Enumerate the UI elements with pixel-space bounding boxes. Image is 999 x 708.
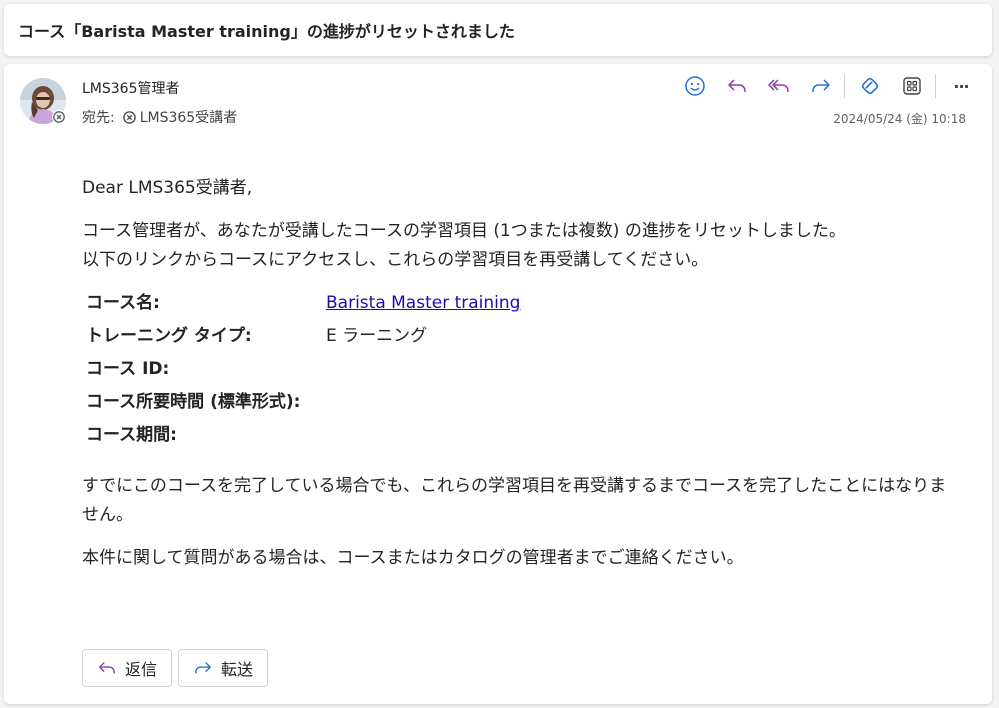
avatar[interactable] (20, 78, 66, 124)
detail-value (326, 386, 520, 419)
reply-label: 返信 (125, 660, 158, 679)
detail-row: コース ID: (86, 353, 520, 386)
subject-title: コース「Barista Master training」の進捗がリセットされまし… (18, 22, 515, 41)
to-label: 宛先: (82, 110, 115, 126)
more-actions-button[interactable]: ··· (944, 71, 978, 101)
recipients-line: 宛先: LMS365受講者 (82, 107, 237, 127)
course-details-table: コース名: Barista Master training トレーニング タイプ… (86, 287, 520, 452)
recipient-name[interactable]: LMS365受講者 (140, 107, 238, 127)
detail-value (326, 353, 520, 386)
emoji-button[interactable] (678, 71, 712, 101)
detail-row: トレーニング タイプ: E ラーニング (86, 320, 520, 353)
reply-icon (728, 79, 746, 93)
footer-reply-button[interactable]: 返信 (82, 649, 173, 687)
reply-all-button[interactable] (762, 71, 796, 101)
message-toolbar: ··· (670, 70, 978, 102)
course-name-link[interactable]: Barista Master training (326, 293, 520, 313)
forward-button[interactable] (804, 71, 838, 101)
sender-name[interactable]: LMS365管理者 (82, 78, 180, 98)
forward-icon (195, 662, 211, 674)
subject-bar: コース「Barista Master training」の進捗がリセットされまし… (4, 4, 992, 56)
forward-icon (812, 79, 830, 93)
detail-value: E ラーニング (326, 326, 428, 346)
detail-row: コース所要時間 (標準形式): (86, 386, 520, 419)
reply-all-icon (768, 79, 789, 93)
detail-label: コース期間: (86, 425, 177, 445)
detail-row: コース名: Barista Master training (86, 287, 520, 320)
message-body: Dear LMS365受講者, コース管理者が、あなたが受講したコースの学習項目… (82, 174, 962, 573)
apps-button[interactable] (895, 71, 929, 101)
toolbar-divider (844, 74, 845, 98)
body-paragraph-3: 本件に関して質問がある場合は、コースまたはカタログの管理者までご連絡ください。 (82, 548, 744, 568)
body-paragraph-2: すでにこのコースを完了している場合でも、これらの学習項目を再受講するまでコースを… (82, 476, 947, 525)
reply-button[interactable] (720, 71, 754, 101)
toolbar-divider (935, 74, 936, 98)
detail-label: コース所要時間 (標準形式): (86, 392, 301, 412)
body-paragraph-1-line-1: コース管理者が、あなたが受講したコースの学習項目 (1つまたは複数) の進捗をリ… (82, 221, 846, 241)
emoji-icon (685, 76, 705, 96)
reply-icon (99, 662, 115, 674)
forward-label: 転送 (221, 660, 254, 679)
body-paragraph-1-line-2: 以下のリンクからコースにアクセスし、これらの学習項目を再受講してください。 (82, 250, 709, 270)
message-card: LMS365管理者 宛先: LMS365受講者 ··· 2024/05/24 (… (4, 64, 992, 704)
presence-offline-icon (52, 110, 66, 124)
detail-value (326, 419, 520, 452)
sent-timestamp: 2024/05/24 (金) 10:18 (833, 112, 966, 126)
apps-icon (903, 77, 921, 95)
detail-row: コース期間: (86, 419, 520, 452)
footer-actions: 返信 転送 (82, 649, 274, 687)
more-icon: ··· (953, 76, 969, 96)
footer-forward-button[interactable]: 転送 (178, 649, 269, 687)
detail-label: コース ID: (86, 359, 170, 379)
detail-label: コース名: (86, 293, 160, 313)
loop-button[interactable] (853, 71, 887, 101)
detail-label: トレーニング タイプ: (86, 326, 252, 346)
remove-recipient-icon (122, 110, 136, 124)
greeting: Dear LMS365受講者, (82, 178, 253, 198)
loop-icon (861, 77, 879, 95)
